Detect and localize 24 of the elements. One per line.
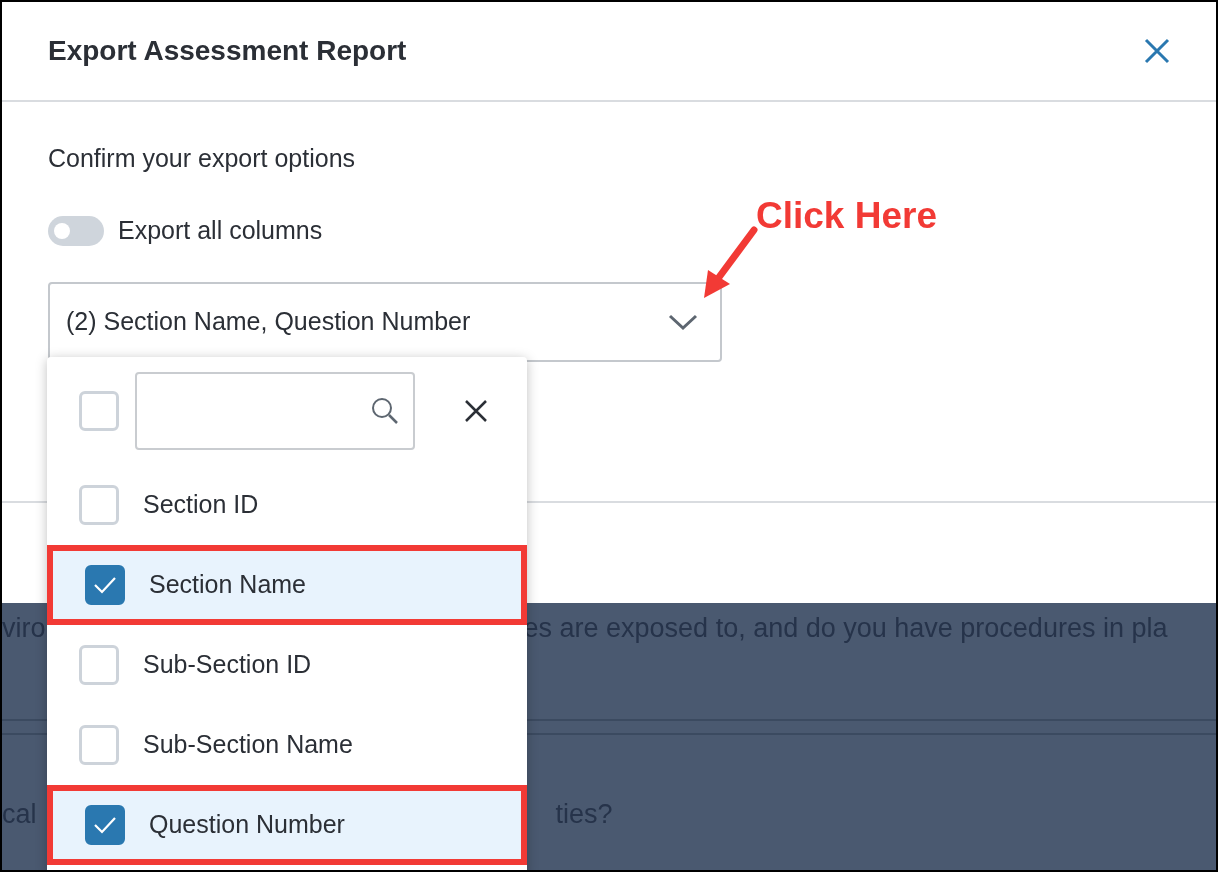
checkbox[interactable] [85, 805, 125, 845]
option-item[interactable]: Section Name [47, 545, 527, 625]
option-label: Sub-Section ID [143, 649, 312, 681]
clear-icon[interactable] [463, 398, 489, 424]
subtitle: Confirm your export options [48, 143, 357, 174]
chevron-down-icon [668, 312, 698, 331]
option-label: Section Name [149, 569, 307, 601]
option-item[interactable]: Sub-Section Name [47, 705, 527, 785]
close-icon[interactable] [1142, 36, 1172, 66]
option-item[interactable]: Sub-Section ID [47, 625, 527, 705]
toggle-switch[interactable] [48, 215, 104, 246]
option-label: Question Number [149, 809, 345, 841]
option-label: Section ID [143, 489, 259, 521]
check-icon [93, 816, 117, 834]
checkbox[interactable] [85, 565, 125, 605]
dialog-title: Export Assessment Report [48, 34, 407, 68]
search-icon [371, 397, 399, 425]
option-item[interactable]: Question Number [47, 785, 527, 865]
annotation-text: Click Here [756, 194, 937, 238]
option-item[interactable]: Section ID [47, 465, 527, 545]
toggle-label: Export all columns [118, 215, 323, 246]
search-field[interactable] [135, 372, 415, 450]
option-label: Sub-Section Name [143, 729, 353, 761]
check-icon [93, 576, 117, 594]
